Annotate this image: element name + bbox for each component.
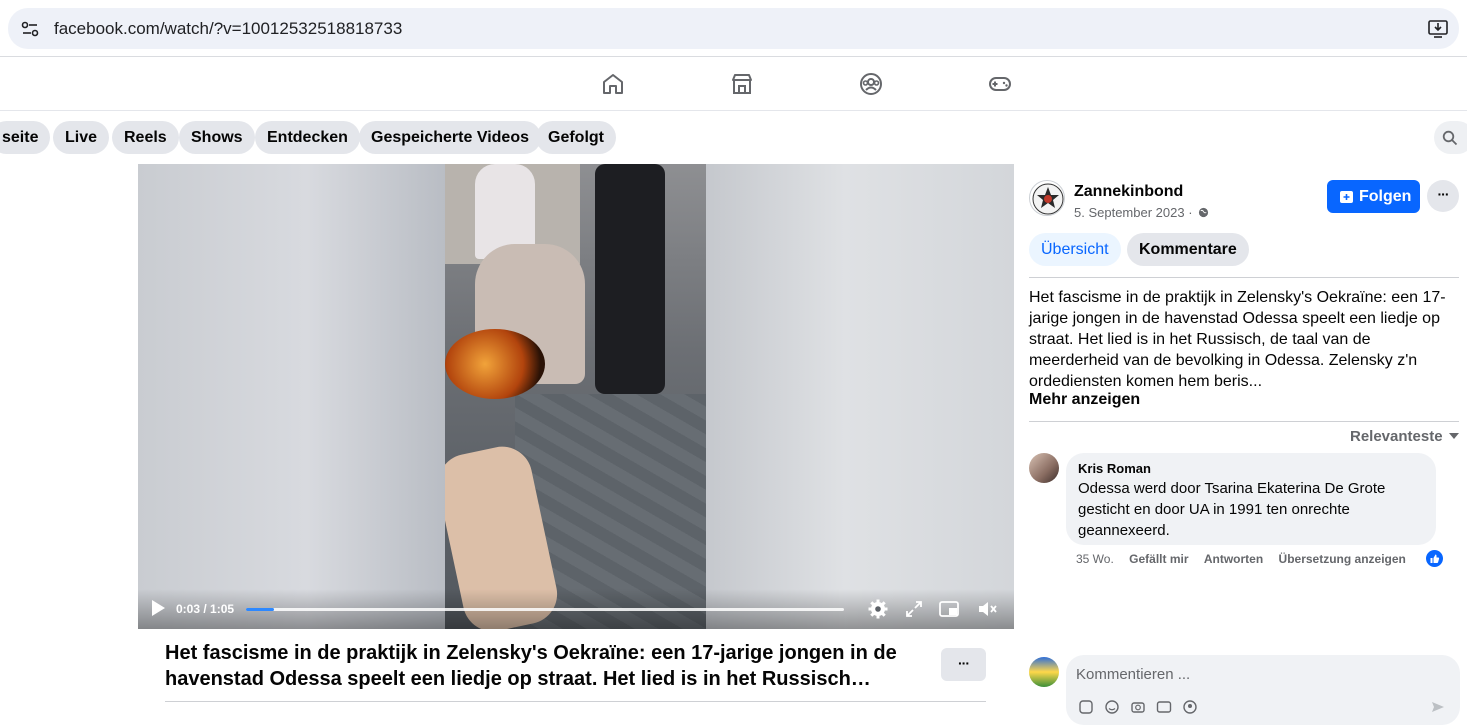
divider [1029, 277, 1459, 278]
video-blur-left [138, 164, 445, 629]
tab-live[interactable]: Live [53, 121, 110, 154]
url-text[interactable]: facebook.com/watch/?v=10012532518818733 [54, 19, 402, 39]
page-avatar[interactable] [1029, 180, 1065, 216]
tab-overview[interactable]: Übersicht [1029, 233, 1121, 266]
video-progress-bar[interactable] [246, 608, 844, 611]
follow-label: Folgen [1359, 188, 1412, 205]
like-reaction-icon[interactable] [1426, 550, 1443, 567]
current-user-avatar[interactable] [1029, 657, 1059, 687]
post-date-text: 5. September 2023 · [1074, 205, 1197, 220]
picture-in-picture-icon[interactable] [938, 598, 960, 620]
sort-label: Relevanteste [1350, 428, 1443, 445]
guitar-image [445, 329, 545, 399]
facebook-top-nav [0, 57, 1467, 111]
comment-author[interactable]: Kris Roman [1078, 461, 1424, 476]
send-icon[interactable] [1430, 699, 1446, 715]
search-icon [1442, 130, 1458, 146]
comment-like-link[interactable]: Gefällt mir [1129, 552, 1188, 566]
fullscreen-icon[interactable] [903, 598, 925, 620]
install-app-icon[interactable] [1427, 18, 1449, 40]
groups-icon[interactable] [858, 71, 884, 97]
marketplace-icon[interactable] [729, 71, 755, 97]
muted-volume-icon[interactable] [976, 598, 998, 620]
address-bar[interactable]: facebook.com/watch/?v=10012532518818733 [8, 8, 1459, 49]
zannekinbond-logo-icon [1032, 183, 1064, 215]
watch-tabs: seite Live Reels Shows Entdecken Gespeic… [0, 112, 1467, 164]
divider [165, 701, 986, 702]
video-more-button[interactable]: ··· [941, 648, 986, 681]
site-settings-icon[interactable] [20, 19, 40, 39]
post-panel: Zannekinbond 5. September 2023 · Folgen … [1014, 164, 1467, 725]
video-frame [445, 164, 706, 629]
page-name[interactable]: Zannekinbond [1074, 183, 1183, 201]
more-dots-icon: ··· [1437, 186, 1450, 202]
tab-saved-videos[interactable]: Gespeicherte Videos [359, 121, 541, 154]
avatar-sticker-icon[interactable] [1182, 699, 1198, 715]
globe-icon [1199, 207, 1209, 218]
tab-startseite[interactable]: seite [0, 121, 51, 154]
comment-sort-dropdown[interactable]: Relevanteste [1350, 428, 1459, 445]
video-title: Het fascisme in de praktijk in Zelensky'… [165, 642, 897, 690]
video-player[interactable]: 0:03 / 1:05 [138, 164, 1014, 629]
tab-reels[interactable]: Reels [112, 121, 179, 154]
play-icon[interactable] [150, 599, 166, 617]
commenter-avatar[interactable] [1029, 453, 1059, 483]
gif-icon[interactable] [1156, 699, 1172, 715]
comment-translate-link[interactable]: Übersetzung anzeigen [1279, 552, 1406, 566]
more-dots-icon: ··· [958, 655, 970, 671]
camera-icon[interactable] [1130, 699, 1146, 715]
comment-text: Odessa werd door Tsarina Ekaterina De Gr… [1078, 480, 1386, 539]
video-controls: 0:03 / 1:05 [138, 589, 1014, 629]
divider [1029, 421, 1459, 422]
video-timecode: 0:03 / 1:05 [176, 602, 235, 616]
comment-composer[interactable] [1066, 655, 1460, 725]
post-date[interactable]: 5. September 2023 · [1074, 205, 1209, 220]
browser-toolbar: facebook.com/watch/?v=10012532518818733 [0, 0, 1467, 57]
home-icon[interactable] [600, 71, 626, 97]
show-more-link[interactable]: Mehr anzeigen [1029, 391, 1140, 409]
tab-comments[interactable]: Kommentare [1127, 233, 1249, 266]
settings-gear-icon[interactable] [867, 598, 889, 620]
comment-actions: 35 Wo. Gefällt mir Antworten Übersetzung… [1076, 552, 1418, 566]
video-progress-fill [246, 608, 274, 611]
tab-entdecken[interactable]: Entdecken [255, 121, 360, 154]
comment-age[interactable]: 35 Wo. [1076, 552, 1114, 566]
emoji-icon[interactable] [1104, 699, 1120, 715]
follow-button[interactable]: Folgen [1327, 180, 1420, 213]
follow-plus-icon [1340, 191, 1353, 203]
caret-down-icon [1448, 433, 1459, 439]
comment-bubble: Kris Roman Odessa werd door Tsarina Ekat… [1066, 453, 1436, 545]
gaming-icon[interactable] [987, 71, 1013, 97]
sticker-icon[interactable] [1078, 699, 1094, 715]
post-more-button[interactable]: ··· [1427, 180, 1459, 212]
comment-input[interactable] [1076, 663, 1446, 685]
tab-shows[interactable]: Shows [179, 121, 255, 154]
post-description: Het fascisme in de praktijk in Zelensky'… [1029, 289, 1446, 390]
comment-reply-link[interactable]: Antworten [1204, 552, 1263, 566]
tab-following[interactable]: Gefolgt [536, 121, 616, 154]
video-blur-right [706, 164, 1014, 629]
watch-search-button[interactable] [1434, 121, 1467, 154]
